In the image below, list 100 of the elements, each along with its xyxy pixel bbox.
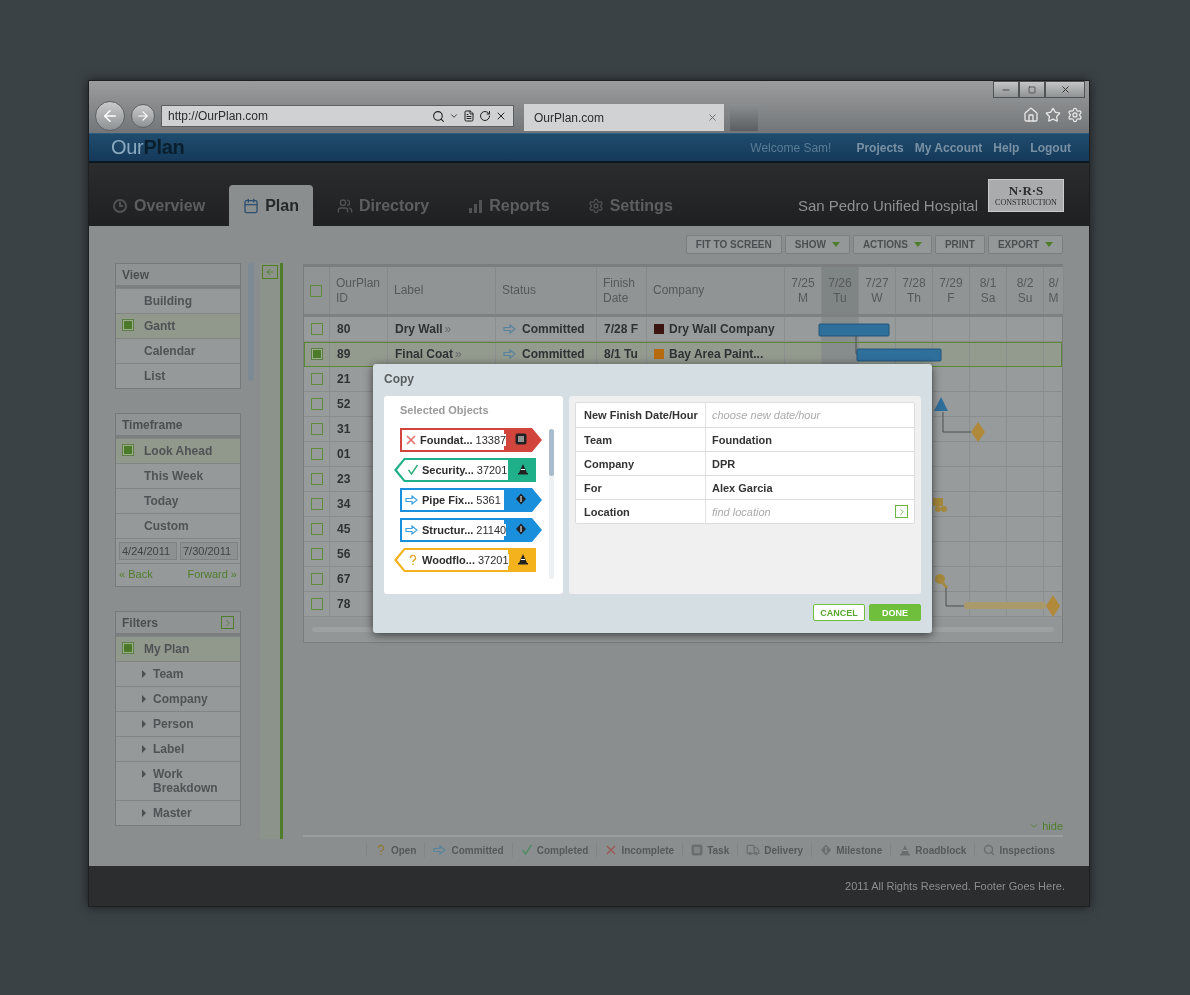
- toolbar-button[interactable]: FIT TO SCREEN: [685, 235, 782, 254]
- nav-tab[interactable]: Settings: [573, 185, 687, 226]
- header-link[interactable]: Projects: [856, 140, 904, 155]
- sidebar-item[interactable]: My Plan: [116, 636, 240, 661]
- compatibility-icon: [463, 110, 475, 122]
- panel-title: View: [122, 267, 150, 282]
- go-button[interactable]: [895, 505, 908, 518]
- input-field[interactable]: DPR: [712, 454, 908, 473]
- object-tag[interactable]: Foundat... 13387: [400, 428, 542, 452]
- nav-tab[interactable]: Reports: [453, 185, 564, 226]
- sidebar-item[interactable]: Gantt: [116, 313, 240, 338]
- checkbox[interactable]: [122, 319, 134, 331]
- sidebar-item[interactable]: Work Breakdown: [116, 761, 240, 800]
- panel-heading: Selected Objects: [400, 404, 490, 416]
- field-label: Team: [576, 428, 706, 451]
- field-label: New Finish Date/Hour: [576, 403, 706, 427]
- field-label: For: [576, 476, 706, 499]
- table-cell: 89: [337, 347, 351, 361]
- table-cell: 31: [337, 422, 351, 436]
- toolbar-button[interactable]: ACTIONS: [852, 235, 932, 254]
- input-field[interactable]: choose new date/hour: [712, 406, 908, 424]
- checkbox[interactable]: [311, 423, 323, 435]
- header-link[interactable]: Help: [993, 140, 1020, 155]
- checkbox[interactable]: [311, 573, 323, 585]
- toolbar-button[interactable]: PRINT: [934, 235, 985, 254]
- sidebar-item[interactable]: Custom: [116, 513, 240, 538]
- column-header: Company: [653, 283, 705, 298]
- close-button[interactable]: [1045, 81, 1085, 98]
- object-tag[interactable]: Structur... 21140: [400, 518, 542, 542]
- minimize-button[interactable]: [993, 81, 1019, 98]
- checkbox[interactable]: [311, 598, 323, 610]
- sidebar-item[interactable]: Person: [116, 711, 240, 736]
- expand-button[interactable]: [221, 616, 234, 629]
- sidebar-item[interactable]: Label: [116, 736, 240, 761]
- sidebar-item[interactable]: Look Ahead: [116, 438, 240, 463]
- maximize-button[interactable]: [1019, 81, 1045, 98]
- new-tab-button[interactable]: [730, 104, 758, 131]
- refresh-icon: [479, 110, 491, 122]
- project-name: San Pedro Unified Hospital: [797, 197, 978, 214]
- checkbox[interactable]: [311, 448, 323, 460]
- checkbox[interactable]: [311, 548, 323, 560]
- checkbox[interactable]: [311, 473, 323, 485]
- close-icon: [495, 110, 507, 122]
- sidebar-item[interactable]: Team: [116, 661, 240, 686]
- checkbox[interactable]: [311, 398, 323, 410]
- table-cell: 21: [337, 372, 351, 386]
- checkbox[interactable]: [122, 444, 134, 456]
- back-button[interactable]: [95, 101, 125, 131]
- search-icon: [432, 109, 445, 123]
- dialog-title: Copy: [384, 372, 415, 386]
- toolbar-button[interactable]: SHOW: [784, 235, 850, 254]
- object-tag[interactable]: Security... 37201: [394, 458, 536, 482]
- checkbox[interactable]: [122, 642, 134, 654]
- checkbox[interactable]: [310, 284, 322, 297]
- checkbox[interactable]: [311, 348, 323, 360]
- caret-icon: [142, 745, 147, 753]
- caret-icon: [142, 809, 147, 817]
- people-icon: [336, 197, 353, 214]
- date-field[interactable]: 4/24/2011: [119, 542, 177, 560]
- connector-line: [942, 411, 972, 433]
- object-tag[interactable]: Pipe Fix... 5361: [400, 488, 542, 512]
- cancel-button[interactable]: CANCEL: [813, 604, 865, 621]
- sidebar-item[interactable]: Master: [116, 800, 240, 825]
- table-row[interactable]: 80 Dry Wall » Committed 7/28 F Dry Wall Company: [304, 317, 1062, 342]
- nav-tab[interactable]: Overview: [98, 185, 220, 226]
- toolbar-button[interactable]: EXPORT: [987, 235, 1063, 254]
- sidebar-item[interactable]: Today: [116, 488, 240, 513]
- close-icon: [1059, 84, 1071, 95]
- input-field[interactable]: find location: [712, 502, 891, 521]
- header-link[interactable]: Logout: [1030, 140, 1071, 155]
- more-icon: »: [444, 322, 452, 336]
- checkbox[interactable]: [311, 373, 323, 385]
- forward-link[interactable]: Forward »: [187, 568, 237, 580]
- forward-button[interactable]: [131, 104, 155, 128]
- table-cell: Bay Area Paint...: [669, 347, 764, 361]
- input-field[interactable]: Alex Garcia: [712, 478, 908, 497]
- sidebar-item[interactable]: Company: [116, 686, 240, 711]
- object-tag[interactable]: Woodflo... 37201: [394, 548, 536, 572]
- collapse-button[interactable]: [262, 265, 278, 279]
- bar-chart-icon: [467, 197, 484, 214]
- address-bar[interactable]: http://OurPlan.com: [161, 105, 514, 127]
- nav-tab[interactable]: Plan: [229, 185, 313, 226]
- sidebar-item[interactable]: List: [116, 363, 240, 388]
- sidebar-item[interactable]: This Week: [116, 463, 240, 488]
- hide-link[interactable]: hide: [1042, 820, 1063, 832]
- sidebar-item[interactable]: Calendar: [116, 338, 240, 363]
- date-field[interactable]: 7/30/2011: [180, 542, 238, 560]
- diamond-icon: [971, 422, 985, 442]
- checkbox[interactable]: [311, 498, 323, 510]
- table-cell: 67: [337, 572, 351, 586]
- header-link[interactable]: My Account: [914, 140, 983, 155]
- input-field[interactable]: Foundation: [712, 430, 908, 449]
- home-icon: [1023, 107, 1039, 123]
- done-button[interactable]: DONE: [869, 604, 921, 621]
- checkbox[interactable]: [311, 523, 323, 535]
- browser-tab[interactable]: OurPlan.com: [524, 104, 724, 131]
- checkbox[interactable]: [311, 323, 323, 335]
- back-link[interactable]: « Back: [119, 568, 153, 580]
- table-cell: 7/28 F: [604, 322, 639, 336]
- nav-tab[interactable]: Directory: [322, 185, 444, 226]
